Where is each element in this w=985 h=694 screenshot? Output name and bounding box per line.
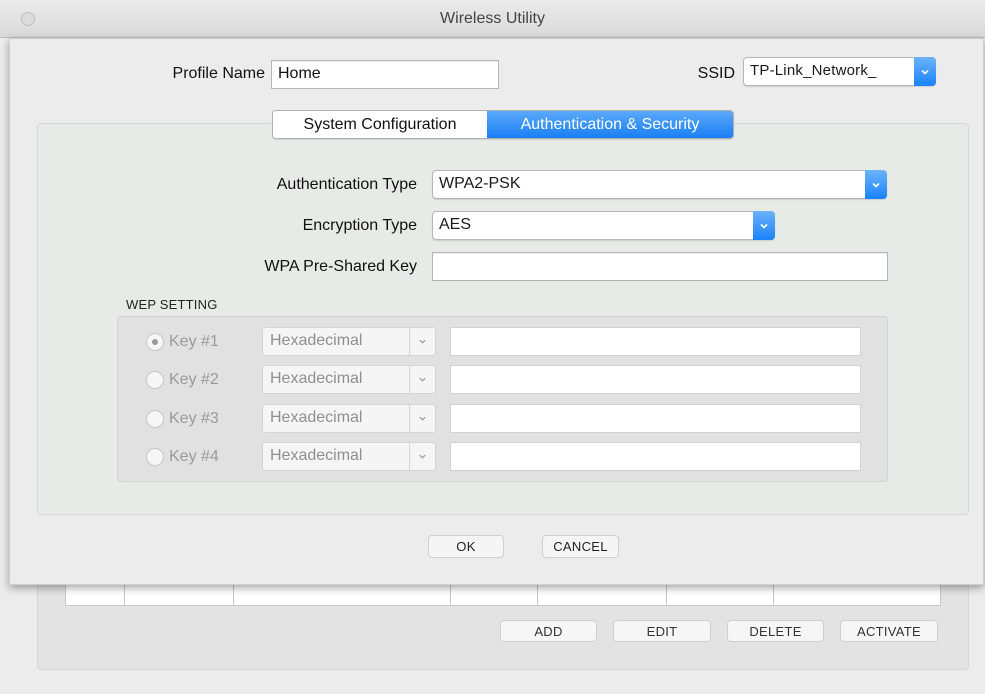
key-4-radio[interactable] bbox=[146, 448, 164, 466]
chevron-down-icon bbox=[409, 328, 435, 355]
tab-system-configuration[interactable]: System Configuration bbox=[273, 111, 487, 138]
profile-name-label: Profile Name bbox=[172, 65, 265, 82]
wep-key-row: Key #3 Hexadecimal bbox=[118, 404, 887, 434]
add-button[interactable]: ADD bbox=[500, 620, 597, 642]
key-3-format-value: Hexadecimal bbox=[270, 409, 363, 426]
authentication-type-value: WPA2-PSK bbox=[439, 175, 521, 192]
key-4-label: Key #4 bbox=[169, 448, 219, 465]
chevron-down-icon bbox=[409, 443, 435, 470]
profile-name-field[interactable]: Home bbox=[271, 60, 499, 89]
close-window-icon[interactable] bbox=[21, 12, 35, 26]
key-1-label: Key #1 bbox=[169, 333, 219, 350]
key-2-field[interactable] bbox=[450, 365, 861, 394]
chevron-down-icon bbox=[409, 366, 435, 393]
title-bar: Wireless Utility bbox=[0, 0, 985, 38]
table-cell[interactable] bbox=[774, 584, 940, 605]
wep-setting-title: WEP SETTING bbox=[126, 297, 218, 312]
key-1-field[interactable] bbox=[450, 327, 861, 356]
key-2-radio[interactable] bbox=[146, 371, 164, 389]
chevron-down-icon bbox=[409, 405, 435, 432]
key-1-radio[interactable] bbox=[146, 333, 164, 351]
ssid-value: TP-Link_Network_ bbox=[750, 62, 877, 79]
key-4-format-value: Hexadecimal bbox=[270, 447, 363, 464]
key-4-field[interactable] bbox=[450, 442, 861, 471]
wpa-psk-label: WPA Pre-Shared Key bbox=[264, 258, 417, 275]
ssid-label: SSID bbox=[697, 65, 735, 82]
tab-bar: System Configuration Authentication & Se… bbox=[272, 110, 734, 139]
key-1-format-select[interactable]: Hexadecimal bbox=[262, 327, 436, 356]
chevron-down-icon bbox=[865, 170, 887, 199]
authentication-type-select[interactable]: WPA2-PSK bbox=[432, 170, 887, 199]
key-3-field[interactable] bbox=[450, 404, 861, 433]
table-cell[interactable] bbox=[66, 584, 125, 605]
key-2-format-value: Hexadecimal bbox=[270, 370, 363, 387]
ssid-select[interactable]: TP-Link_Network_ bbox=[743, 57, 936, 86]
profile-table[interactable] bbox=[65, 584, 941, 606]
key-3-label: Key #3 bbox=[169, 410, 219, 427]
tab-authentication-security[interactable]: Authentication & Security bbox=[487, 111, 733, 138]
table-cell[interactable] bbox=[125, 584, 234, 605]
delete-button[interactable]: DELETE bbox=[727, 620, 824, 642]
table-cell[interactable] bbox=[451, 584, 538, 605]
wep-setting-group: Key #1 Hexadecimal Key #2 Hexadecimal Ke… bbox=[117, 316, 888, 482]
encryption-type-select[interactable]: AES bbox=[432, 211, 775, 240]
authentication-type-label: Authentication Type bbox=[276, 176, 417, 193]
key-2-format-select[interactable]: Hexadecimal bbox=[262, 365, 436, 394]
chevron-down-icon bbox=[914, 57, 936, 86]
encryption-type-label: Encryption Type bbox=[302, 217, 417, 234]
wep-key-row: Key #2 Hexadecimal bbox=[118, 365, 887, 395]
activate-button[interactable]: ACTIVATE bbox=[840, 620, 938, 642]
key-1-format-value: Hexadecimal bbox=[270, 332, 363, 349]
table-cell[interactable] bbox=[538, 584, 667, 605]
ok-button[interactable]: OK bbox=[428, 535, 504, 558]
encryption-type-value: AES bbox=[439, 216, 472, 233]
table-cell[interactable] bbox=[667, 584, 775, 605]
wep-key-row: Key #1 Hexadecimal bbox=[118, 327, 887, 357]
cancel-button[interactable]: CANCEL bbox=[542, 535, 619, 558]
key-3-format-select[interactable]: Hexadecimal bbox=[262, 404, 436, 433]
key-3-radio[interactable] bbox=[146, 410, 164, 428]
radio-selected-dot bbox=[152, 339, 158, 345]
window-title: Wireless Utility bbox=[440, 9, 545, 27]
edit-button[interactable]: EDIT bbox=[613, 620, 711, 642]
key-4-format-select[interactable]: Hexadecimal bbox=[262, 442, 436, 471]
wpa-psk-field[interactable] bbox=[432, 252, 888, 281]
table-cell[interactable] bbox=[234, 584, 452, 605]
chevron-down-icon bbox=[753, 211, 775, 240]
wep-key-row: Key #4 Hexadecimal bbox=[118, 442, 887, 472]
key-2-label: Key #2 bbox=[169, 371, 219, 388]
